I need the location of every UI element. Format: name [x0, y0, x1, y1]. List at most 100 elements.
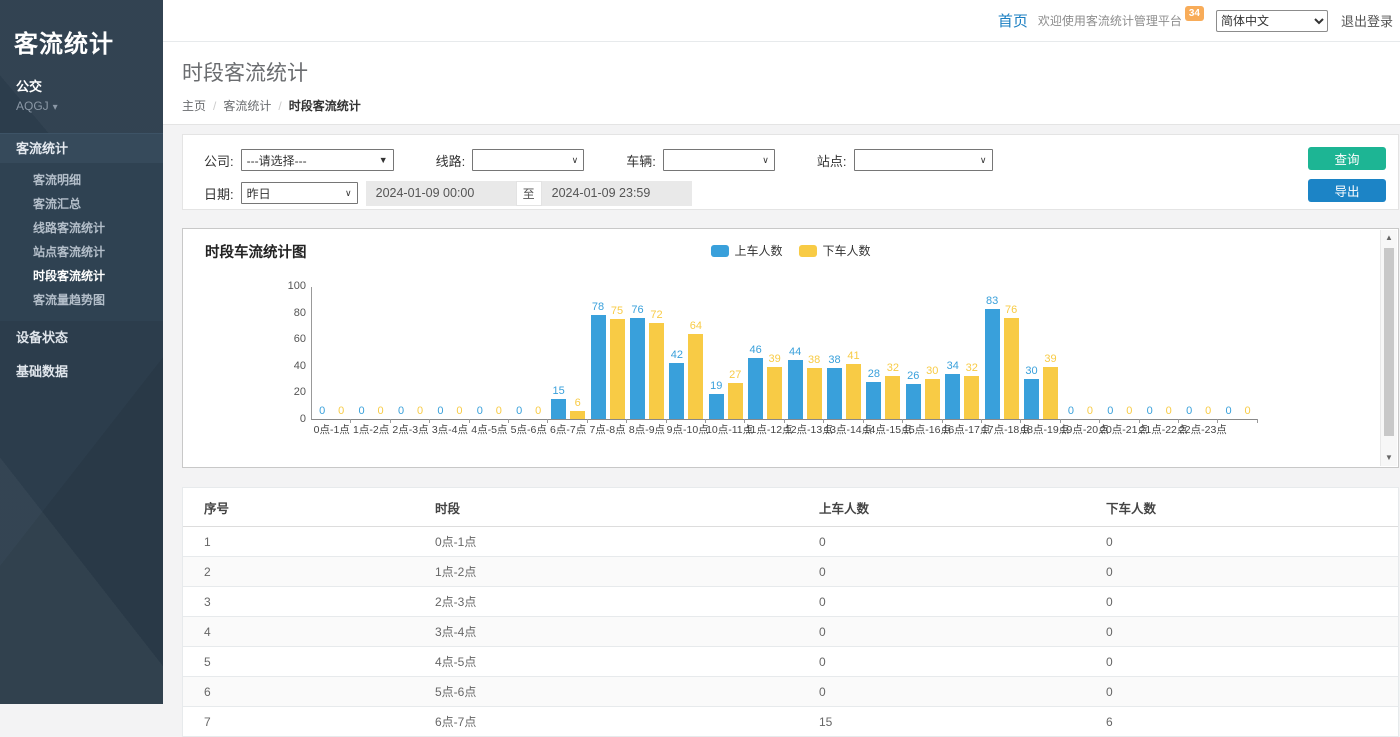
scroll-down-icon[interactable]: ▼	[1381, 450, 1397, 466]
sidebar-item-passenger-stats[interactable]: 客流统计	[0, 133, 163, 163]
bar-column: 27	[728, 369, 743, 419]
station-select[interactable]: ∨	[854, 149, 993, 171]
bar-group: 3432	[943, 286, 982, 419]
bar-group: 4264	[667, 286, 706, 419]
bar-value-label: 0	[359, 405, 365, 418]
x-axis-label: 21点-22点	[1140, 423, 1179, 437]
sidebar-item-line-stats[interactable]: 线路客流统计	[0, 216, 163, 240]
logout-link[interactable]: 退出登录	[1341, 11, 1393, 30]
breadcrumb-passenger-stats[interactable]: 客流统计	[223, 99, 288, 113]
breadcrumb-current: 时段客流统计	[289, 99, 361, 113]
period-stats-table: 序号时段上车人数下车人数 10点-1点0021点-2点0032点-3点0043点…	[183, 488, 1398, 737]
legend-item-boarding[interactable]: 上车人数	[710, 242, 782, 259]
company-select-value: ---请选择---	[247, 152, 307, 169]
y-axis-label: 0	[272, 413, 306, 425]
legend-item-alighting[interactable]: 下车人数	[799, 242, 871, 259]
bar-value-label: 0	[437, 405, 443, 418]
station-label: 站点:	[817, 151, 847, 170]
sidebar-item-base-data[interactable]: 基础数据	[0, 355, 163, 389]
bar-value-label: 0	[496, 405, 502, 418]
content: 公司: ---请选择--- ▼ 线路: ∨ 车辆:	[163, 125, 1400, 737]
bar-value-label: 39	[769, 353, 781, 366]
bar-value-label: 46	[750, 344, 762, 357]
bar-value-label: 41	[847, 350, 859, 363]
bar-alighting	[1043, 367, 1058, 419]
bar-value-label: 19	[710, 380, 722, 393]
table-cell: 4	[183, 617, 435, 647]
bar-group: 00	[509, 286, 548, 419]
bar-group: 00	[1218, 286, 1257, 419]
table-cell: 0	[1106, 557, 1398, 587]
bar-group: 2832	[864, 286, 903, 419]
bar-value-label: 0	[398, 405, 404, 418]
bar-value-label: 75	[611, 305, 623, 318]
bar-boarding	[827, 368, 842, 419]
sidebar-item-device-status[interactable]: 设备状态	[0, 321, 163, 355]
bar-boarding	[866, 382, 881, 419]
bar-value-label: 0	[417, 405, 423, 418]
main-area: 首页 欢迎使用客流统计管理平台 34 简体中文 退出登录 时段客流统计 主页客流…	[163, 0, 1400, 704]
table-cell: 6	[1106, 707, 1398, 737]
sidebar-item-period-stats[interactable]: 时段客流统计	[0, 264, 163, 288]
bar-group: 00	[1061, 286, 1100, 419]
table-panel: 序号时段上车人数下车人数 10点-1点0021点-2点0032点-3点0043点…	[182, 487, 1399, 737]
x-axis-label: 20点-21点	[1100, 423, 1139, 437]
table-cell: 0	[819, 617, 1106, 647]
chart-plot[interactable]: 020406080100 000000000000156787576724264…	[311, 287, 1257, 420]
bar-value-label: 15	[553, 385, 565, 398]
bar-column: 0	[1182, 405, 1197, 419]
table-cell: 0	[1106, 647, 1398, 677]
legend-swatch-alighting	[799, 245, 817, 257]
chevron-down-icon: ∨	[980, 155, 987, 166]
bar-group: 00	[1140, 286, 1179, 419]
bar-column: 0	[512, 405, 527, 419]
line-select[interactable]: ∨	[472, 149, 584, 171]
table-cell: 0	[819, 647, 1106, 677]
table-cell: 0	[1106, 527, 1398, 557]
date-preset-select[interactable]: 昨日 ∨	[241, 182, 358, 204]
vehicle-select[interactable]: ∨	[663, 149, 775, 171]
export-button[interactable]: 导出	[1308, 179, 1386, 202]
sidebar-item-trend-chart[interactable]: 客流量趋势图	[0, 288, 163, 312]
topbar: 首页 欢迎使用客流统计管理平台 34 简体中文 退出登录	[163, 0, 1400, 42]
bar-column: 72	[649, 309, 664, 419]
y-axis-label: 20	[272, 386, 306, 398]
date-to-input[interactable]: 2024-01-09 23:59	[542, 181, 692, 206]
table-cell: 0	[819, 527, 1106, 557]
bar-column: 0	[531, 405, 546, 419]
bar-column: 0	[491, 405, 506, 419]
sidebar-item-passenger-detail[interactable]: 客流明细	[0, 168, 163, 192]
y-axis-label: 40	[272, 360, 306, 372]
bar-group: 8376	[982, 286, 1021, 419]
bar-value-label: 72	[650, 309, 662, 322]
bar-column: 26	[906, 370, 921, 419]
date-from-input[interactable]: 2024-01-09 00:00	[366, 181, 516, 206]
y-axis-label: 100	[272, 280, 306, 292]
org-code-label: AQGJ	[16, 99, 49, 113]
sidebar-item-station-stats[interactable]: 站点客流统计	[0, 240, 163, 264]
vertical-scrollbar[interactable]: ▲ ▼	[1380, 230, 1397, 466]
company-select[interactable]: ---请选择--- ▼	[241, 149, 394, 171]
legend-swatch-boarding	[710, 245, 728, 257]
scrollbar-thumb[interactable]	[1384, 248, 1394, 436]
filter-panel: 公司: ---请选择--- ▼ 线路: ∨ 车辆:	[182, 134, 1399, 210]
x-axis-label: 5点-6点	[509, 423, 548, 437]
bar-boarding	[788, 360, 803, 419]
page-heading: 时段客流统计 主页客流统计时段客流统计	[163, 42, 1400, 125]
y-axis: 020406080100	[272, 287, 306, 419]
scroll-up-icon[interactable]: ▲	[1381, 230, 1397, 246]
bar-value-label: 32	[966, 362, 978, 375]
org-selector[interactable]: AQGJ▾	[0, 95, 163, 113]
date-label: 日期:	[204, 184, 234, 203]
language-select[interactable]: 简体中文	[1216, 10, 1328, 32]
table-cell: 0	[819, 557, 1106, 587]
search-button[interactable]: 查询	[1308, 147, 1386, 170]
x-axis-label: 4点-5点	[470, 423, 509, 437]
bar-column: 38	[827, 354, 842, 419]
home-link[interactable]: 首页	[998, 10, 1028, 31]
sidebar-item-passenger-summary[interactable]: 客流汇总	[0, 192, 163, 216]
bar-value-label: 0	[1166, 405, 1172, 418]
date-preset-value: 昨日	[247, 185, 271, 202]
bar-value-label: 0	[319, 405, 325, 418]
breadcrumb-home[interactable]: 主页	[182, 99, 223, 113]
